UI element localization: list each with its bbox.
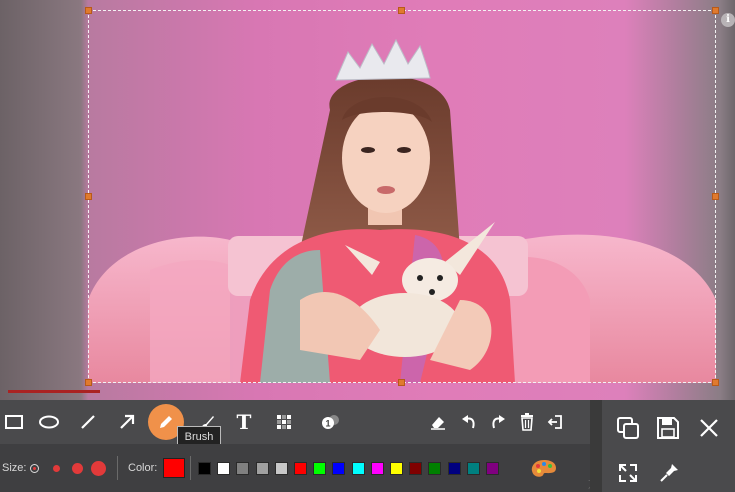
resize-handle-bottom-left[interactable] [85,379,92,386]
step-number-label: 1 [325,419,330,429]
color-swatch[interactable] [390,462,403,475]
color-swatch[interactable] [352,462,365,475]
color-swatch[interactable] [256,462,269,475]
size-option-4[interactable] [91,461,106,476]
resize-handle-top-left[interactable] [85,7,92,14]
color-swatch[interactable] [236,462,249,475]
pin-icon[interactable] [655,459,683,487]
line-icon[interactable] [74,408,102,436]
exit-icon[interactable] [541,408,569,436]
color-swatch[interactable] [467,462,480,475]
step-number-icon[interactable]: 1 [316,408,344,436]
resize-handle-top[interactable] [398,7,405,14]
text-icon-glyph: T [237,412,252,432]
capture-selection[interactable] [88,10,716,383]
info-icon[interactable]: i [721,13,735,27]
size-option-1[interactable] [30,464,39,473]
color-swatch[interactable] [428,462,441,475]
color-swatch[interactable] [448,462,461,475]
resize-handle-bottom[interactable] [398,379,405,386]
color-label: Color: [128,462,158,474]
redo-icon[interactable] [484,408,512,436]
color-palette-icon[interactable] [530,455,558,483]
video-progress-bar [8,390,100,393]
size-option-3[interactable] [72,463,83,474]
tooltip: Brush [177,426,221,446]
color-swatch[interactable] [371,462,384,475]
options-divider [117,456,118,480]
color-swatch[interactable] [486,462,499,475]
text-icon[interactable]: T [230,408,258,436]
trash-icon[interactable] [513,408,541,436]
color-swatch[interactable] [275,462,288,475]
resize-handle-top-right[interactable] [712,7,719,14]
ellipse-icon[interactable] [35,408,63,436]
color-swatch[interactable] [409,462,422,475]
color-swatch[interactable] [294,462,307,475]
copy-icon[interactable] [614,414,642,442]
arrow-icon[interactable] [113,408,141,436]
panel-gap [590,400,602,492]
color-swatch[interactable] [217,462,230,475]
close-icon[interactable] [695,414,723,442]
undo-icon[interactable] [455,408,483,436]
mosaic-icon[interactable] [270,408,298,436]
size-label: Size: [2,462,27,474]
fullscreen-icon[interactable] [614,459,642,487]
resize-handle-bottom-right[interactable] [712,379,719,386]
save-icon[interactable] [654,414,682,442]
color-swatch[interactable] [198,462,211,475]
size-option-2[interactable] [53,465,60,472]
selected-color[interactable] [163,458,185,478]
color-divider [190,456,191,480]
color-swatch[interactable] [313,462,326,475]
resize-handle-right[interactable] [712,193,719,200]
eraser-icon[interactable] [424,408,452,436]
color-swatch[interactable] [332,462,345,475]
pencil-icon [160,416,172,428]
resize-handle-left[interactable] [85,193,92,200]
rectangle-icon[interactable] [0,408,28,436]
